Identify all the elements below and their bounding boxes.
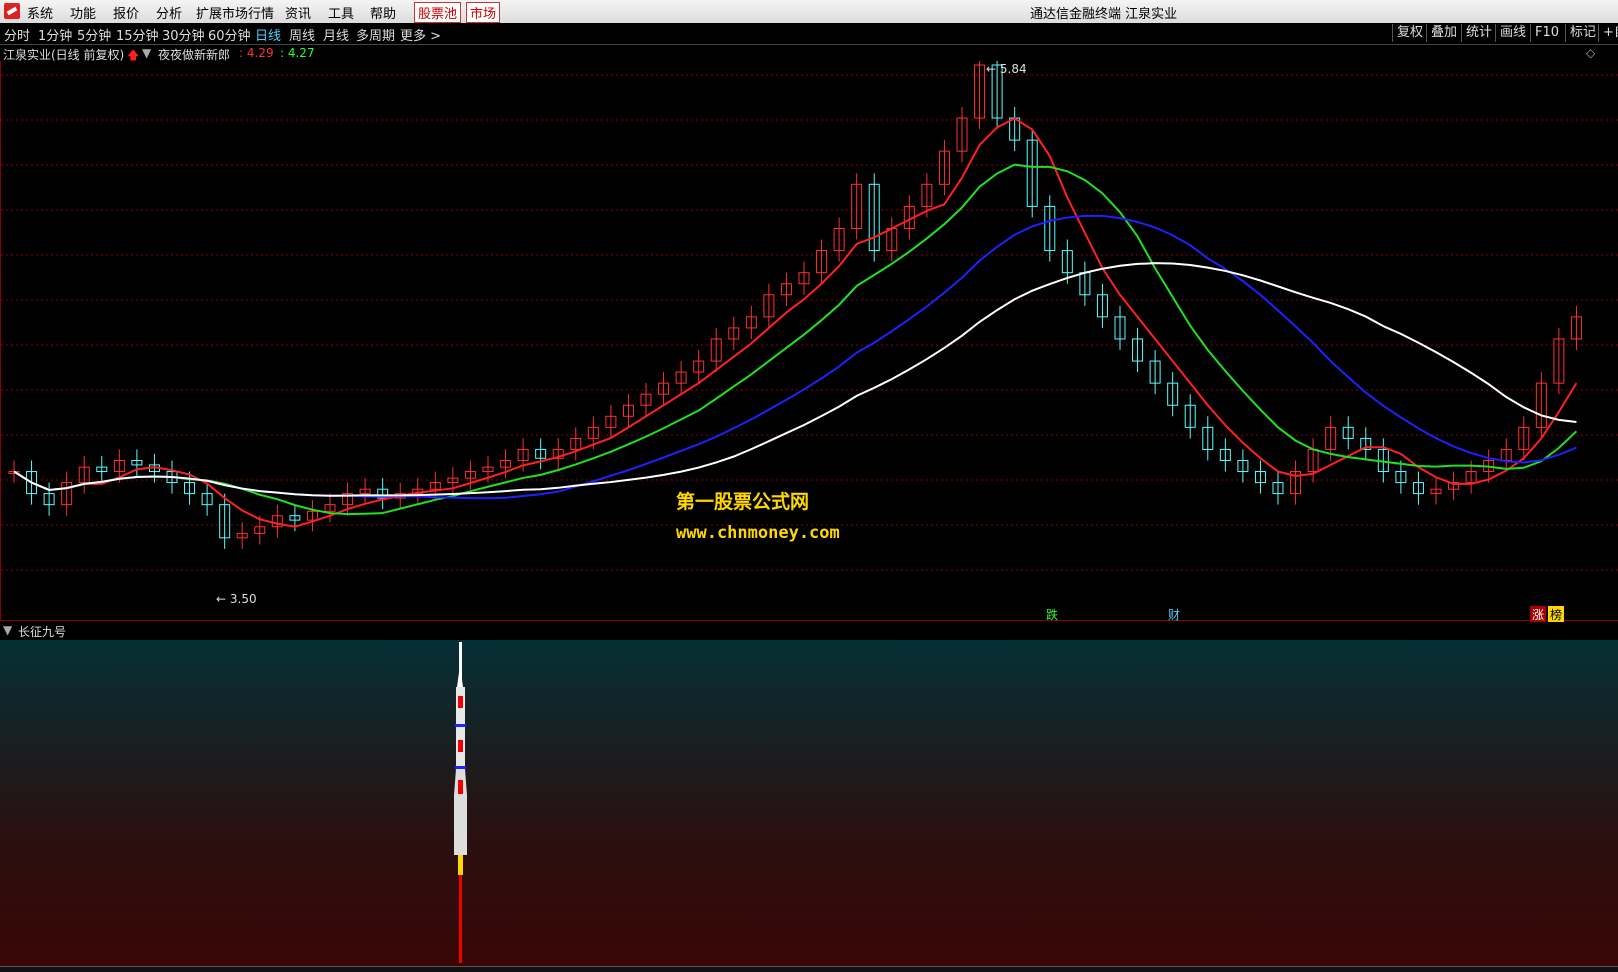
adjust-button[interactable]: 复权: [1392, 24, 1427, 42]
menu-bar: 系统 功能 报价 分析 扩展市场行情 资讯 工具 帮助 股票池 市场 通达信金融…: [0, 0, 1618, 24]
tag-rise: 涨: [1530, 606, 1547, 623]
rocket-flame-core: [458, 855, 463, 875]
period-5min[interactable]: 5分钟: [77, 25, 111, 44]
period-toolbar: 分时 1分钟 5分钟 15分钟 30分钟 60分钟 日线 周线 月线 多周期 更…: [0, 23, 1618, 45]
rocket-blue-band-1: [455, 724, 466, 727]
menu-function[interactable]: 功能: [70, 3, 96, 22]
period-1min[interactable]: 1分钟: [38, 25, 72, 44]
subchart-panel[interactable]: [0, 640, 1618, 966]
period-15min[interactable]: 15分钟: [116, 25, 159, 44]
watermark-url: www.chnmoney.com: [676, 523, 840, 543]
custom-button[interactable]: +自: [1598, 24, 1618, 42]
window-title: 通达信金融终端 江泉实业: [1030, 7, 1178, 22]
menu-analysis[interactable]: 分析: [156, 3, 182, 22]
stats-button[interactable]: 统计: [1461, 24, 1496, 42]
tag-rank: 榜: [1548, 606, 1565, 623]
menu-market[interactable]: 市场: [466, 2, 501, 23]
chart-info-bar: 江泉实业(日线 前复权) 🡅 ▼ 夜夜做新新郎 : 4.29 : 4.27 ◇: [0, 45, 1618, 62]
subchart-toggle-icon[interactable]: ▼: [3, 623, 12, 637]
subchart-indicator-name[interactable]: 长征九号: [18, 623, 66, 640]
low-price-label: ← 3.50: [216, 592, 257, 606]
indicator-value-2: : 4.27: [280, 46, 315, 60]
ma-line-green: [13, 163, 1578, 516]
subchart-header: ▼ 长征九号: [0, 622, 1618, 640]
rocket-svg: [454, 642, 467, 963]
period-daily[interactable]: 日线: [255, 25, 281, 44]
overlay-button[interactable]: 叠加: [1426, 24, 1461, 42]
app-logo-icon: [4, 3, 20, 19]
period-weekly[interactable]: 周线: [289, 25, 315, 44]
draw-button[interactable]: 画线: [1495, 24, 1530, 42]
collapse-icon[interactable]: ◇: [1586, 46, 1595, 60]
rocket-nose: [457, 665, 463, 687]
ma-line-white: [13, 262, 1577, 497]
period-multi[interactable]: 多周期: [356, 25, 395, 44]
period-more[interactable]: 更多 >: [400, 25, 441, 44]
menu-quote[interactable]: 报价: [113, 3, 139, 22]
menu-extended-market[interactable]: 扩展市场行情: [196, 3, 274, 22]
mark-button[interactable]: 标记: [1565, 24, 1600, 42]
menu-tools[interactable]: 工具: [328, 3, 354, 22]
high-price-label: ← 5.84: [986, 62, 1027, 76]
rocket-red-stripe-1: [458, 696, 463, 708]
rocket-blue-band-2: [455, 766, 466, 769]
menu-system[interactable]: 系统: [27, 3, 53, 22]
rocket-red-stripe-3: [458, 780, 463, 794]
menu-stock-pool[interactable]: 股票池: [414, 2, 462, 23]
date-axis-strip: [0, 966, 1618, 972]
rocket-red-stripe-2: [458, 740, 463, 752]
ma-line-red: [13, 117, 1578, 528]
f10-button[interactable]: F10: [1530, 24, 1563, 42]
menu-help[interactable]: 帮助: [370, 3, 396, 22]
period-tick[interactable]: 分时: [4, 25, 30, 44]
period-30min[interactable]: 30分钟: [162, 25, 205, 44]
tag-wealth: 财: [1168, 608, 1181, 622]
tag-fall: 跌: [1046, 608, 1059, 622]
period-monthly[interactable]: 月线: [323, 25, 349, 44]
watermark-title: 第一股票公式网: [676, 491, 810, 513]
indicator-value-1: : 4.29: [239, 46, 274, 60]
period-60min[interactable]: 60分钟: [208, 25, 251, 44]
menu-info[interactable]: 资讯: [285, 3, 311, 22]
settings-toggle-icon[interactable]: ▼: [142, 46, 151, 60]
rocket-flame-trail: [459, 875, 462, 963]
